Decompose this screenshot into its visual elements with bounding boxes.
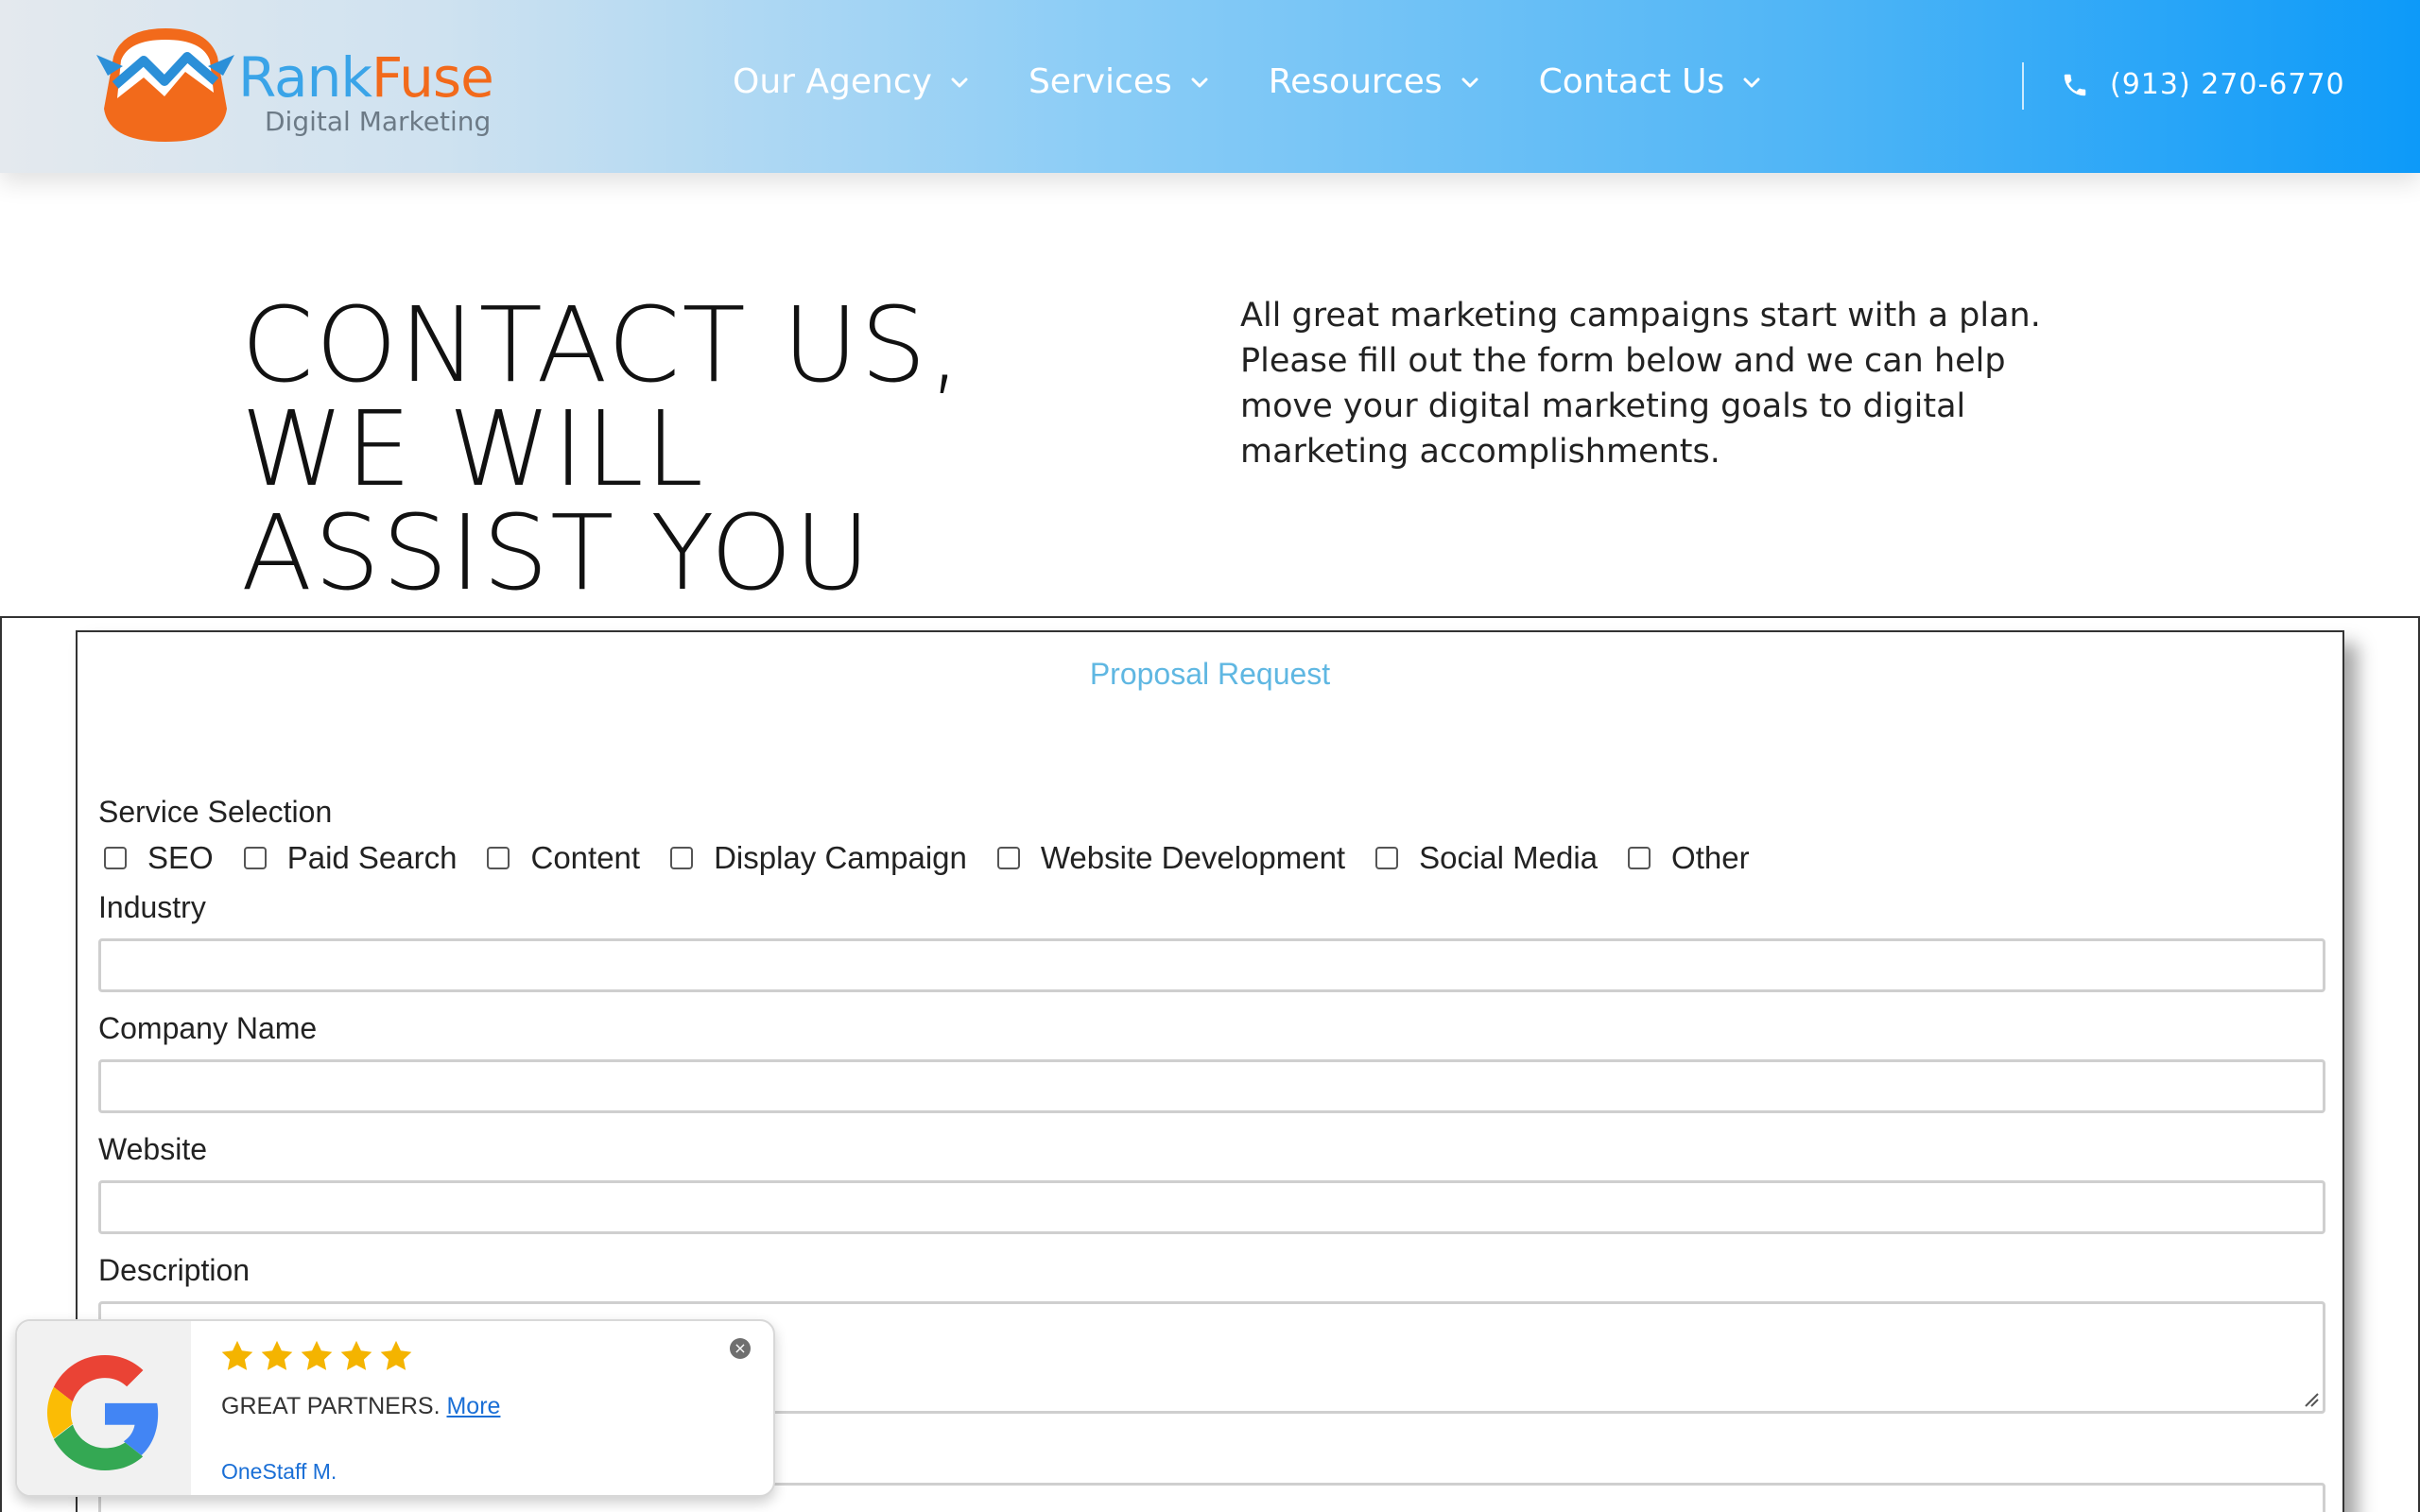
resize-grip-icon[interactable]	[2302, 1390, 2319, 1407]
nav-item-contact-us[interactable]: Contact Us	[1539, 62, 1763, 101]
checkbox-box[interactable]	[1375, 847, 1399, 869]
form-title: Proposal Request	[1089, 657, 1331, 691]
checkbox-label: Other	[1671, 840, 1750, 875]
rankfuse-logo-icon	[96, 28, 234, 142]
website-input[interactable]	[98, 1180, 2325, 1234]
checkbox-label: Website Development	[1040, 840, 1346, 875]
review-author[interactable]: OneStaff M.	[221, 1459, 337, 1485]
star-icon	[261, 1340, 293, 1370]
service-checkbox-group: SEO Paid Search Content Display Campaign…	[104, 840, 1780, 876]
logo-word-fuse: Fuse	[371, 45, 494, 110]
service-selection-label: Service Selection	[98, 795, 333, 829]
checkbox-box[interactable]	[487, 847, 510, 869]
checkbox-display-campaign[interactable]: Display Campaign	[670, 840, 967, 876]
review-text: GREAT PARTNERS. More	[221, 1393, 500, 1420]
logo-wordmark: RankFuse	[238, 45, 494, 110]
industry-input[interactable]	[98, 938, 2325, 992]
star-icon	[301, 1340, 333, 1370]
phone-icon	[2064, 74, 2086, 95]
chevron-down-icon	[1191, 77, 1208, 87]
nav-item-label: Services	[1028, 62, 1172, 101]
chevron-down-icon	[951, 77, 968, 87]
checkbox-seo[interactable]: SEO	[104, 840, 214, 876]
star-icon	[340, 1340, 372, 1370]
checkbox-box[interactable]	[104, 847, 127, 869]
nav-item-label: Resources	[1268, 62, 1443, 101]
nav-item-resources[interactable]: Resources	[1269, 62, 1480, 101]
company-name-label: Company Name	[98, 1011, 318, 1045]
star-icon	[380, 1340, 412, 1370]
checkbox-label: Display Campaign	[714, 840, 967, 875]
main-nav: Our Agency Services Resources Contact Us	[733, 62, 1821, 101]
company-name-input[interactable]	[98, 1059, 2325, 1113]
review-quote: GREAT PARTNERS.	[221, 1393, 441, 1419]
phone-number: (913) 270-6770	[2110, 68, 2345, 101]
nav-item-our-agency[interactable]: Our Agency	[733, 62, 970, 101]
logo[interactable]: RankFuse Digital Marketing	[95, 19, 494, 151]
header-divider	[2022, 62, 2024, 110]
rating-stars	[219, 1338, 414, 1374]
star-icon	[221, 1340, 253, 1370]
checkbox-label: SEO	[147, 840, 214, 875]
page-title-line-2: WE WILL	[241, 388, 706, 509]
checkbox-website-development[interactable]: Website Development	[996, 840, 1346, 876]
industry-label: Industry	[98, 890, 206, 924]
intro-paragraph: All great marketing campaigns start with…	[1240, 297, 2041, 471]
logo-tagline: Digital Marketing	[265, 106, 492, 137]
checkbox-label: Content	[530, 840, 641, 875]
checkbox-label: Paid Search	[286, 840, 458, 875]
checkbox-box[interactable]	[1628, 847, 1651, 869]
site-header: RankFuse Digital Marketing Our Agency Se…	[0, 0, 2420, 173]
chevron-down-icon	[1743, 77, 1760, 87]
page-title-line-3: ASSIST YOU	[241, 492, 873, 613]
phone-link[interactable]: (913) 270-6770	[2061, 68, 2345, 101]
checkbox-social-media[interactable]: Social Media	[1375, 840, 1598, 876]
chevron-down-icon	[1461, 77, 1478, 87]
checkbox-paid-search[interactable]: Paid Search	[243, 840, 458, 876]
checkbox-label: Social Media	[1419, 840, 1599, 875]
nav-item-label: Contact Us	[1538, 62, 1725, 101]
checkbox-other[interactable]: Other	[1628, 840, 1750, 876]
checkbox-box[interactable]	[996, 847, 1020, 869]
logo-word-rank: Rank	[238, 45, 372, 110]
nav-item-label: Our Agency	[733, 62, 932, 101]
review-logo-panel	[17, 1321, 191, 1495]
close-icon[interactable]: ×	[730, 1338, 751, 1359]
page-title-line-1: CONTACT US,	[241, 284, 963, 405]
review-more-link[interactable]: More	[446, 1393, 500, 1419]
google-g-icon	[47, 1355, 159, 1470]
page-title: CONTACT US, WE WILL ASSIST YOU	[241, 293, 963, 605]
description-label: Description	[98, 1253, 251, 1287]
website-label: Website	[98, 1132, 208, 1166]
google-review-widget: × GREAT PARTNERS. More OneStaff M.	[15, 1319, 775, 1497]
nav-item-services[interactable]: Services	[1028, 62, 1210, 101]
checkbox-content[interactable]: Content	[487, 840, 640, 876]
checkbox-box[interactable]	[243, 847, 267, 869]
checkbox-box[interactable]	[670, 847, 694, 869]
